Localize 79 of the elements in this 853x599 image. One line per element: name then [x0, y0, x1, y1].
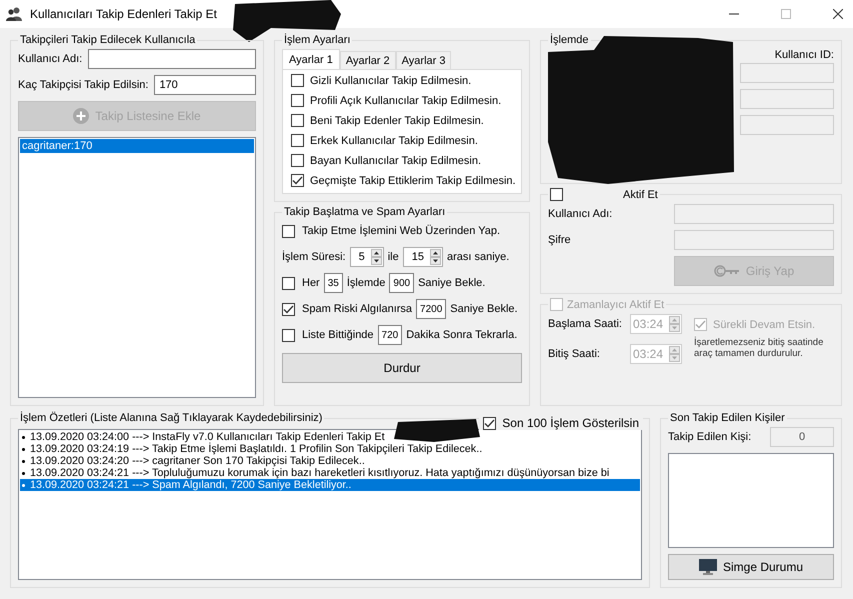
- group-title: İşlem Özetleri (Liste Alanına Sağ Tıklayarak Kaydedebilirsiniz): [19, 412, 324, 424]
- number-field[interactable]: 35: [324, 273, 343, 293]
- row-label: Saniye Bekle.: [450, 303, 518, 315]
- users-icon: [6, 7, 22, 21]
- log-entry[interactable]: 13.09.2020 03:24:00 ---> InstaFly v7.0 Kullanıcıları Takip Edenleri Takip Et: [20, 431, 640, 443]
- row-label: Spam Riski Algılanırsa: [302, 303, 412, 315]
- number-spinner[interactable]: 5: [350, 247, 384, 267]
- checkbox-label: Son 100 İşlem Gösterilsin: [502, 416, 639, 430]
- list-item[interactable]: cagritaner:170: [20, 139, 254, 153]
- log-entry[interactable]: 13.09.2020 03:24:20 ---> cagritaner Son 170 Takipçisi Takip Edilecek..: [20, 455, 640, 467]
- log-list[interactable]: [18, 429, 642, 580]
- number-spinner[interactable]: 15: [402, 247, 443, 267]
- monitor-icon: [698, 559, 717, 575]
- user-list[interactable]: cagritaner:170: [18, 137, 256, 398]
- checkbox[interactable]: [291, 174, 304, 187]
- row-label: Dakika Sonra Tekrarla.: [406, 329, 518, 341]
- group-title: Son Takip Edilen Kişiler: [669, 412, 786, 424]
- spin-arrows-icon[interactable]: [370, 249, 382, 265]
- checkbox[interactable]: [282, 328, 295, 342]
- checkbox[interactable]: [291, 74, 304, 87]
- checkbox-label: Geçmişte Takip Ettiklerim Takip Edilmesin.: [310, 174, 516, 186]
- row-label: Takip Etme İşlemini Web Üzerinden Yap.: [302, 225, 500, 237]
- checkbox[interactable]: [291, 134, 304, 147]
- checkbox[interactable]: [282, 302, 295, 316]
- checkbox-label: Sürekli Devam Etsin.: [713, 318, 816, 330]
- row-label: Liste Bittiğinde: [302, 329, 374, 341]
- row-label: ile: [388, 251, 399, 263]
- plus-icon: [73, 108, 90, 124]
- field-label: Bitiş Saati:: [548, 348, 600, 360]
- row-label: İşlem Süresi:: [282, 251, 346, 263]
- row-label: İşlemde: [346, 277, 386, 289]
- field-label: Kaç Takipçisi Takip Edilsin:: [18, 79, 148, 91]
- log-entry[interactable]: 13.09.2020 03:24:21 ---> Topluluğumuzu korumak için bazı hareketleri kısıtlıyoruz. Hata yaptığımızı düşünüyorsan bize bi: [20, 467, 640, 479]
- checkbox-label: Profili Açık Kullanıcılar Takip Edilmesin.: [310, 94, 502, 106]
- text-field[interactable]: [88, 49, 256, 69]
- log-entry[interactable]: 13.09.2020 03:24:19 ---> Takip Etme İşlemi Başlatıldı. 1 Profilin Son Takipçileri Takip Edilecek..: [20, 443, 640, 455]
- row-label: Her: [302, 277, 320, 289]
- window-title: Kullanıcıları Takip Edenleri Takip Et: [30, 7, 217, 21]
- checkbox-label: Erkek Kullanıcılar Takip Edilmesin.: [310, 134, 478, 146]
- key-icon: [714, 265, 740, 277]
- minimize-to-tray-button[interactable]: Simge Durumu: [668, 554, 834, 580]
- log-entry[interactable]: 13.09.2020 03:24:21 ---> Spam Algılandı, 7200 Saniye Bekletiliyor..: [20, 479, 640, 491]
- stop-button[interactable]: Durdur: [282, 353, 522, 383]
- number-field[interactable]: 720: [378, 325, 402, 345]
- note-text: İşaretlemezseniz bitiş saatinde araç tamamen durdurulur.: [694, 337, 824, 359]
- field-label: Kullanıcı ID:: [774, 49, 834, 61]
- field-label: Şifre: [548, 234, 571, 246]
- group-title: Takip Başlatma ve Spam Ayarları: [283, 206, 446, 218]
- tab[interactable]: Ayarlar 3: [396, 51, 452, 70]
- close-icon[interactable]: [833, 9, 843, 19]
- row-label: Saniye Bekle.: [418, 277, 486, 289]
- tab[interactable]: Ayarlar 1: [282, 49, 340, 70]
- tab[interactable]: Ayarlar 2: [340, 51, 396, 70]
- checkbox[interactable]: [483, 416, 496, 430]
- group-title: İşlem Ayarları: [283, 34, 352, 46]
- checkbox[interactable]: [282, 224, 295, 238]
- checkbox-label: Beni Takip Edenler Takip Edilmesin.: [310, 114, 484, 126]
- checkbox[interactable]: [291, 94, 304, 107]
- group-title: İşlemde: [549, 34, 590, 46]
- number-field[interactable]: 900: [389, 273, 414, 293]
- checkbox[interactable]: [550, 188, 563, 201]
- field-label: Kullanıcı Adı:: [18, 53, 82, 65]
- row-label: arası saniye.: [446, 251, 510, 263]
- checkbox[interactable]: [282, 276, 295, 290]
- checkbox-label: Aktif Et: [623, 188, 658, 200]
- spin-arrows-icon[interactable]: [430, 249, 441, 265]
- count-field: 0: [770, 427, 834, 447]
- checkbox-label: Gizli Kullanıcılar Takip Edilmesin.: [310, 74, 472, 86]
- checkbox[interactable]: [291, 114, 304, 127]
- followed-list[interactable]: [668, 453, 834, 548]
- checkbox-label: Bayan Kullanıcılar Takip Edilmesin.: [310, 154, 481, 166]
- number-field[interactable]: 7200: [416, 299, 446, 319]
- checkbox-label: Zamanlayıcı Aktif Et: [567, 298, 664, 310]
- field-label: Takip Edilen Kişi:: [668, 431, 752, 443]
- checkbox[interactable]: [291, 154, 304, 167]
- field-label: Kullanıcı Adı:: [548, 208, 612, 220]
- field-label: Başlama Saati:: [548, 318, 622, 330]
- text-field[interactable]: 170: [154, 75, 256, 95]
- group-title: Takipçileri Takip Edilecek Kullanıcıla: [19, 34, 196, 46]
